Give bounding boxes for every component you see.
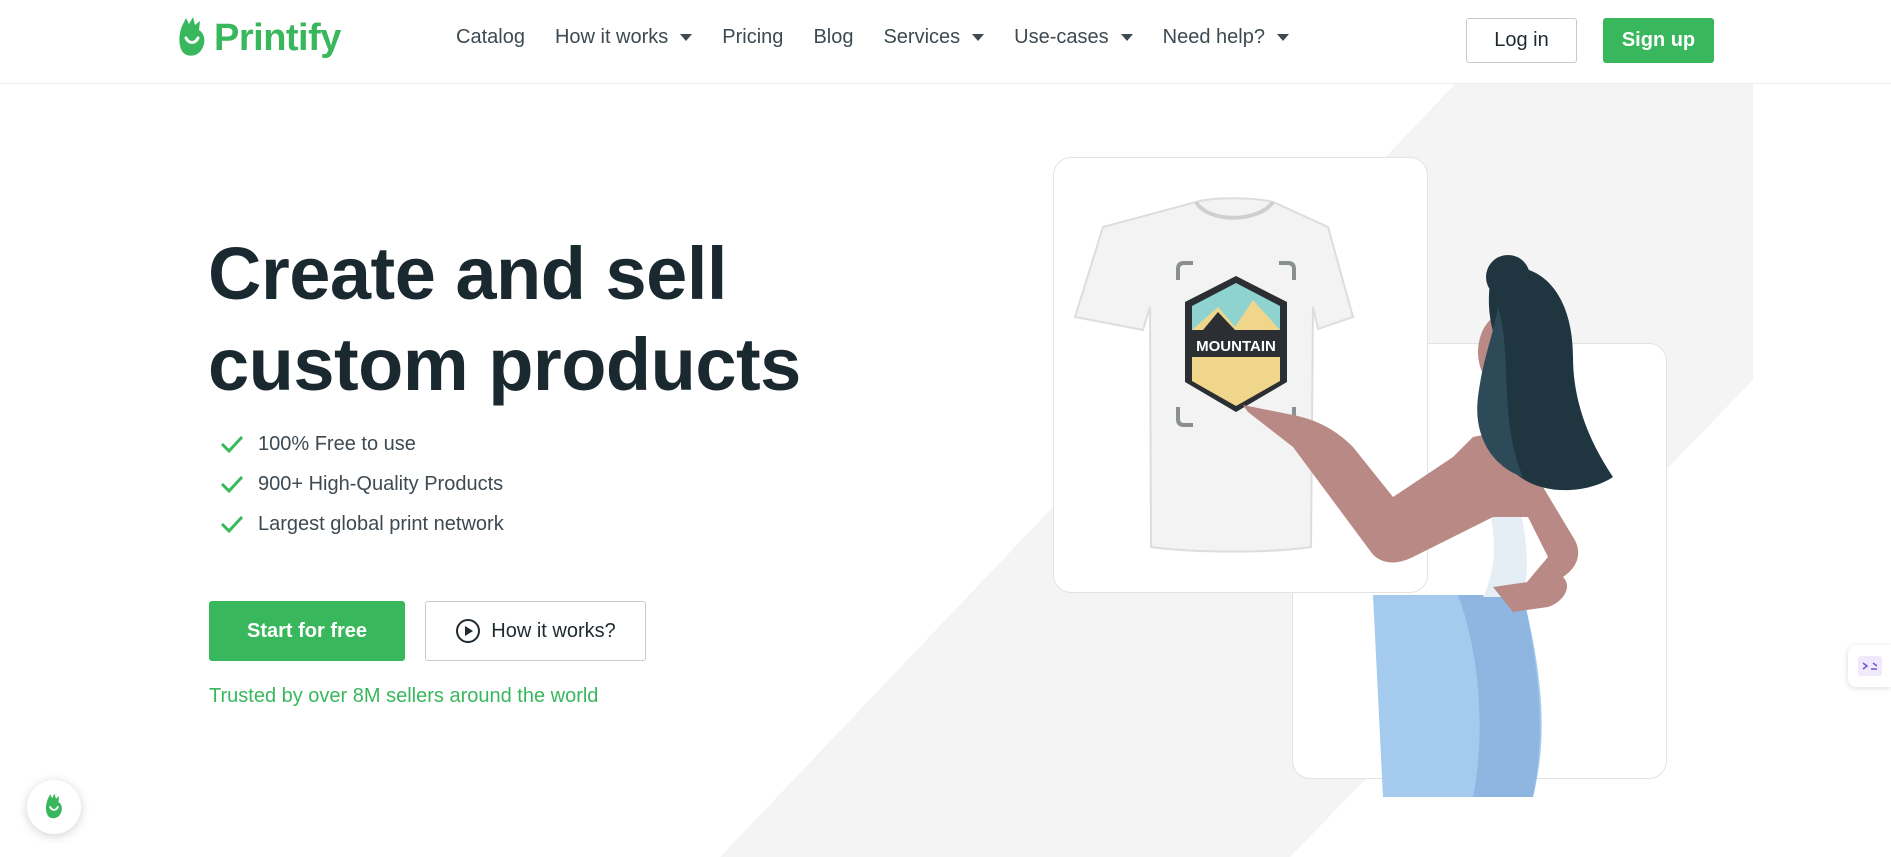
feature-label: Largest global print network bbox=[258, 512, 504, 535]
badge-title: MOUNTAIN bbox=[1196, 338, 1276, 355]
check-icon bbox=[220, 475, 244, 494]
caret-down-icon bbox=[972, 34, 985, 41]
nav-pricing-label: Pricing bbox=[722, 26, 784, 48]
chat-launcher-button[interactable] bbox=[27, 780, 81, 834]
hero-illustration: MOUNTAIN EXPEDITION bbox=[1073, 197, 1613, 797]
caret-down-icon bbox=[680, 34, 693, 41]
how-it-works-button[interactable]: How it works? bbox=[425, 601, 646, 661]
printify-logo[interactable]: Printify bbox=[176, 16, 341, 60]
nav-catalog[interactable]: Catalog bbox=[456, 26, 525, 49]
how-it-works-label: How it works? bbox=[491, 619, 616, 642]
chat-icon bbox=[45, 793, 62, 819]
nav-services[interactable]: Services bbox=[883, 26, 985, 49]
nav-blog[interactable]: Blog bbox=[813, 26, 853, 49]
badge-subtitle: EXPEDITION bbox=[1215, 360, 1257, 367]
check-icon bbox=[220, 515, 244, 534]
nav-use-cases[interactable]: Use-cases bbox=[1014, 26, 1133, 49]
nav-blog-label: Blog bbox=[813, 26, 854, 48]
printify-hand-icon bbox=[179, 17, 205, 56]
feature-label: 900+ High-Quality Products bbox=[258, 472, 504, 495]
play-circle-icon bbox=[456, 619, 481, 643]
hero-title: Create and sell custom products bbox=[208, 228, 801, 410]
login-button[interactable]: Log in bbox=[1466, 18, 1577, 63]
nav-catalog-label: Catalog bbox=[456, 26, 525, 48]
nav-how-it-works-label: How it works bbox=[554, 26, 669, 48]
caret-down-icon bbox=[1120, 34, 1133, 41]
nav-pricing[interactable]: Pricing bbox=[722, 26, 783, 49]
feature-list: 100% Free to use 900+ High-Quality Produ… bbox=[220, 424, 504, 544]
logo-text: Printify bbox=[214, 16, 341, 59]
feature-item: 100% Free to use bbox=[220, 424, 504, 464]
trusted-text: Trusted by over 8M sellers around the wo… bbox=[209, 685, 599, 707]
feature-item: Largest global print network bbox=[220, 504, 504, 544]
top-header: Printify Catalog How it works Pricing Bl… bbox=[0, 0, 1891, 84]
main-nav: Catalog How it works Pricing Blog Servic… bbox=[456, 26, 1319, 49]
start-for-free-button[interactable]: Start for free bbox=[209, 601, 405, 661]
caret-down-icon bbox=[1276, 34, 1289, 41]
feature-item: 900+ High-Quality Products bbox=[220, 464, 504, 504]
nav-need-help[interactable]: Need help? bbox=[1163, 26, 1289, 49]
code-widget-button[interactable] bbox=[1848, 645, 1891, 687]
check-icon bbox=[220, 435, 244, 454]
nav-need-help-label: Need help? bbox=[1162, 26, 1265, 48]
nav-services-label: Services bbox=[883, 26, 961, 48]
hero-title-line-1: Create and sell bbox=[208, 232, 727, 315]
nav-how-it-works[interactable]: How it works bbox=[554, 26, 693, 49]
hero-title-line-2: custom products bbox=[208, 323, 801, 406]
signup-button[interactable]: Sign up bbox=[1603, 18, 1714, 63]
code-widget-icon bbox=[1857, 656, 1882, 676]
feature-label: 100% Free to use bbox=[258, 432, 416, 455]
nav-use-cases-label: Use-cases bbox=[1014, 26, 1109, 48]
